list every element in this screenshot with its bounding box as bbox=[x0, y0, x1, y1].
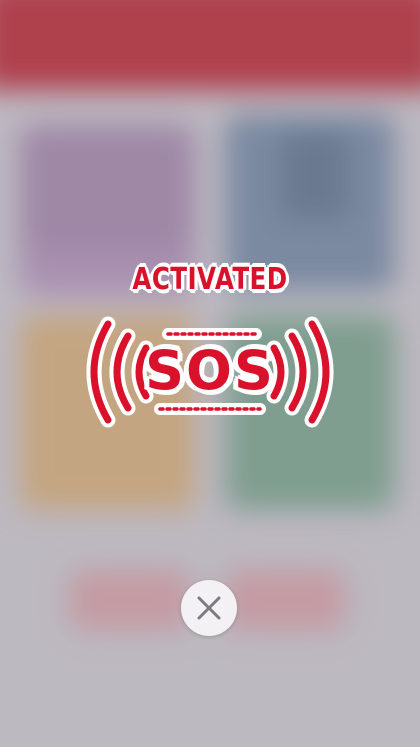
right-signal-waves-icon bbox=[266, 316, 334, 428]
sos-screen: ACTIVATED SOS bbox=[0, 0, 420, 747]
close-icon bbox=[197, 596, 221, 620]
left-signal-waves-icon bbox=[86, 316, 154, 428]
close-button[interactable] bbox=[181, 580, 237, 636]
sos-status-label: ACTIVATED bbox=[132, 262, 288, 297]
sos-title: SOS bbox=[145, 339, 275, 402]
